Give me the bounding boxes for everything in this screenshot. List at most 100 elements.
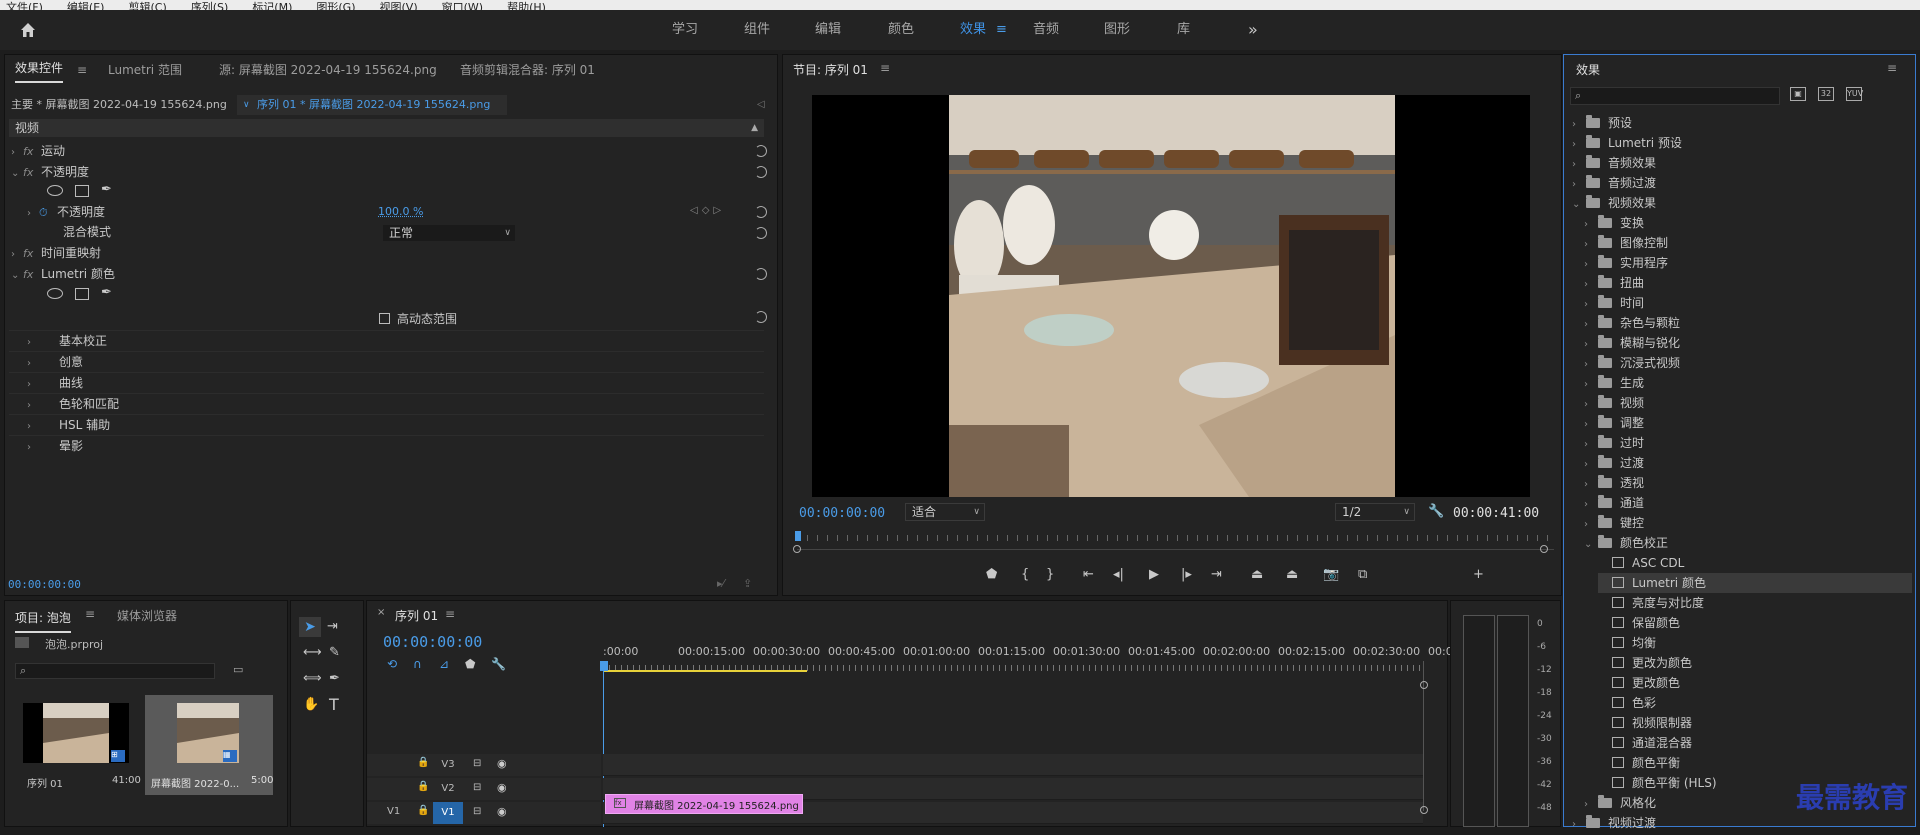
workspace-tab[interactable]: 学习 [672,10,698,50]
effects-tree-item[interactable]: › 生成 [1584,373,1912,393]
timeline-ruler[interactable]: :00:00 00:00:15:00 00:00:30:00 00:00:45:00 0… [603,645,1453,675]
chevron-right-icon[interactable]: › [1572,175,1586,195]
yuv-effects-icon[interactable]: YUV [1846,87,1863,101]
chevron-right-icon[interactable]: › [1572,115,1586,135]
export-frame-icon[interactable]: 📷 [1323,567,1339,582]
eye-icon[interactable]: ◉ [497,757,507,770]
effects-tree-item[interactable]: › 过时 [1584,433,1912,453]
source-patch-label[interactable]: V1 [387,806,400,817]
project-search-input[interactable]: ⌕ [15,663,215,679]
chevron-right-icon[interactable]: › [1584,275,1598,295]
chevron-down-icon[interactable]: ⌄ [1584,535,1598,555]
chevron-right-icon[interactable]: › [1572,135,1586,155]
zoom-handle-right[interactable] [1540,545,1548,553]
zoom-scrollbar[interactable] [797,549,1554,550]
effects-tree-item[interactable]: 更改颜色 [1598,673,1912,693]
ellipse-mask-icon[interactable] [47,185,63,196]
track-lane[interactable] [603,754,1423,776]
export-icon[interactable]: ⇪ [743,577,752,590]
chevron-right-icon[interactable]: › [1572,815,1586,835]
extract-icon[interactable]: ⏏ [1286,567,1298,582]
lumetri-section[interactable]: › 色轮和匹配 [27,394,119,414]
chevron-right-icon[interactable]: › [1584,375,1598,395]
fit-dropdown[interactable]: 适合 ∨ [905,503,985,521]
timeline-title[interactable]: 序列 01 [395,607,438,624]
chevron-right-icon[interactable]: › [1584,415,1598,435]
track-target[interactable]: V2 [433,778,463,800]
close-icon[interactable]: × [377,607,385,618]
tab-media-browser[interactable]: 媒体浏览器 [117,607,177,624]
chevron-right-icon[interactable]: › [1584,255,1598,275]
fx-icon[interactable]: fx [23,142,41,162]
effects-tree-item[interactable]: › 音频效果 [1572,153,1912,173]
effect-controls-timecode[interactable]: 00:00:00:00 [8,578,81,591]
step-back-icon[interactable]: ◂| [1113,567,1124,582]
chevron-right-icon[interactable]: › [1584,435,1598,455]
workspace-tab[interactable]: 图形 [1104,10,1130,50]
project-item-still[interactable]: ▦ 屏幕截图 2022-0... 5:00 [145,695,273,795]
reset-icon[interactable] [755,145,767,157]
program-title[interactable]: 节目: 序列 01 [793,61,868,78]
chevron-right-icon[interactable]: › [1584,335,1598,355]
effect-row[interactable]: ⌄ fx Lumetri 颜色 [11,264,115,284]
rectangle-mask-icon[interactable] [75,288,89,300]
lock-icon[interactable]: 🔒 [417,805,429,816]
chevron-right-icon[interactable]: › [27,333,39,353]
chevron-down-icon[interactable]: ⌄ [11,266,23,286]
pen-mask-icon[interactable]: ✒ [101,182,112,197]
effects-tree-item[interactable]: › 杂色与颗粒 [1584,313,1912,333]
pen-tool-icon[interactable]: ✒ [329,671,340,686]
effects-tree-item[interactable]: 颜色平衡 [1598,753,1912,773]
in-point-icon[interactable]: { [1021,567,1029,582]
effects-tree-item[interactable]: ⌄ 视频效果 [1572,193,1912,213]
out-point-icon[interactable]: } [1046,567,1054,582]
add-button-icon[interactable]: + [1473,567,1484,582]
lumetri-section[interactable]: › 创意 [27,352,83,372]
chevron-right-icon[interactable]: › [1584,315,1598,335]
tab-audio-clip-mixer[interactable]: 音频剪辑混合器: 序列 01 [460,55,595,85]
effects-tree-item[interactable]: › 图像控制 [1584,233,1912,253]
panel-menu-icon[interactable]: ≡ [85,607,95,621]
chevron-right-icon[interactable]: › [1584,295,1598,315]
master-clip-label[interactable]: 主要 * 屏幕截图 2022-04-19 155624.png [11,95,227,115]
chevron-right-icon[interactable]: › [1584,515,1598,535]
effects-tree-item[interactable]: › 调整 [1584,413,1912,433]
timeline-clip[interactable]: fx 屏幕截图 2022-04-19 155624.png [605,794,803,814]
vscroll-handle-top[interactable] [1420,681,1428,689]
chevron-right-icon[interactable]: › [27,438,39,458]
vscroll-handle-bottom[interactable] [1420,806,1428,814]
tab-effect-controls[interactable]: 效果控件 [15,55,64,83]
effects-tree-item[interactable]: 视频限制器 [1598,713,1912,733]
effects-title[interactable]: 效果 [1576,61,1600,78]
hand-tool-icon[interactable]: ✋ [303,697,319,712]
track-select-tool-icon[interactable]: ⇥ [327,619,338,634]
chevron-right-icon[interactable]: › [1584,395,1598,415]
chevron-right-icon[interactable]: › [11,143,23,163]
timeline-timecode[interactable]: 00:00:00:00 [383,633,482,651]
effect-row[interactable]: ⌄ fx 不透明度 [11,162,89,182]
effects-tree-item[interactable]: › 通道 [1584,493,1912,513]
go-to-out-icon[interactable]: ⇥ [1211,567,1222,582]
keyframe-nav-icon[interactable]: ◁◇▷ [690,205,725,216]
effects-tree-item[interactable]: › 扭曲 [1584,273,1912,293]
marker-icon[interactable]: ⬟ [986,567,997,582]
chevron-right-icon[interactable]: › [27,417,39,437]
opacity-value[interactable]: 100.0 % [378,205,423,218]
chevron-right-icon[interactable]: › [1572,155,1586,175]
effects-search-input[interactable]: ⌕ [1570,87,1780,105]
effects-tree-item[interactable]: › Lumetri 预设 [1572,133,1912,153]
home-icon[interactable] [18,20,38,40]
hdr-checkbox[interactable] [379,313,390,324]
effect-row[interactable]: › fx 运动 [11,141,65,161]
comparison-icon[interactable]: ⧉ [1358,567,1367,582]
workspace-tab[interactable]: 效果 [960,10,986,50]
collapse-icon[interactable]: ◁ [757,95,765,115]
filter-icon[interactable]: ▸⁄ [717,577,724,590]
effects-tree-item[interactable]: › 变换 [1584,213,1912,233]
effects-tree-item[interactable]: 通道混合器 [1598,733,1912,753]
effects-tree-item[interactable]: ASC CDL [1598,553,1912,573]
nest-icon[interactable]: ⟲ [387,657,397,671]
fx-icon[interactable]: fx [23,265,41,285]
workspace-menu-icon[interactable]: ≡ [996,22,1007,38]
effects-tree-item[interactable]: › 实用程序 [1584,253,1912,273]
